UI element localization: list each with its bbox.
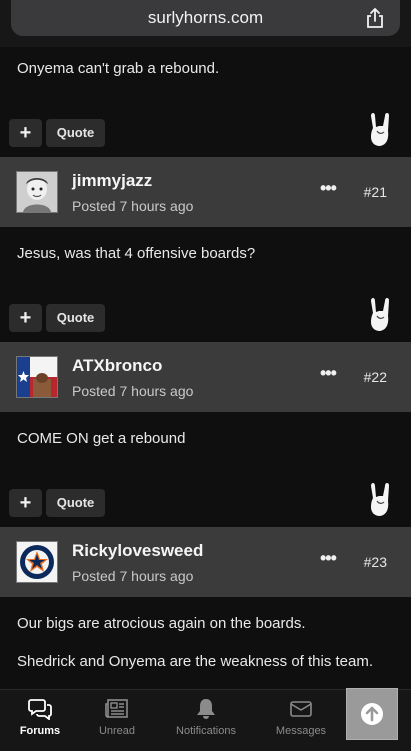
tab-unread[interactable]: Unread: [77, 698, 157, 737]
avatar[interactable]: [16, 541, 58, 583]
share-icon[interactable]: [364, 7, 386, 29]
tab-label: Notifications: [176, 725, 236, 737]
newspaper-icon: [105, 699, 128, 718]
envelope-icon: [290, 701, 312, 717]
post-body-text: COME ON get a rebound: [17, 430, 186, 447]
add-button[interactable]: +: [9, 489, 42, 517]
post-body-text: Shedrick and Onyema are the weakness of …: [17, 653, 374, 670]
post-timestamp: Posted 7 hours ago: [72, 383, 194, 399]
quote-button[interactable]: Quote: [46, 119, 105, 147]
post-body-text: Jesus, was that 4 offensive boards?: [17, 245, 256, 262]
tab-forums[interactable]: Forums: [0, 698, 80, 737]
chat-bubbles-icon: [28, 699, 52, 720]
post-actions: + Quote: [9, 113, 401, 149]
post-number[interactable]: #22: [364, 369, 387, 385]
post-header: ATXbronco Posted 7 hours ago ••• #22: [0, 342, 411, 412]
more-options-icon[interactable]: •••: [320, 549, 346, 571]
add-button[interactable]: +: [9, 119, 42, 147]
post-actions: + Quote: [9, 298, 401, 334]
post-header: jimmyjazz Posted 7 hours ago ••• #21: [0, 157, 411, 227]
avatar[interactable]: [16, 356, 58, 398]
browser-url-bar: surlyhorns.com: [0, 0, 411, 47]
username[interactable]: ATXbronco: [72, 356, 162, 376]
tab-notifications[interactable]: Notifications: [166, 698, 246, 737]
horns-reaction-icon[interactable]: [367, 111, 393, 149]
more-options-icon[interactable]: •••: [320, 179, 346, 201]
quote-button[interactable]: Quote: [46, 304, 105, 332]
address-field[interactable]: surlyhorns.com: [11, 0, 400, 36]
horns-reaction-icon[interactable]: [367, 481, 393, 519]
avatar[interactable]: [16, 171, 58, 213]
arrow-up-circle-icon: [361, 703, 383, 725]
post-header: Rickylovesweed Posted 7 hours ago ••• #2…: [0, 527, 411, 597]
username[interactable]: Rickylovesweed: [72, 541, 203, 561]
username[interactable]: jimmyjazz: [72, 171, 152, 191]
post-body-text: Our bigs are atrocious again on the boar…: [17, 615, 306, 632]
post-number[interactable]: #21: [364, 184, 387, 200]
bell-icon: [197, 699, 215, 719]
tab-label: Forums: [19, 725, 61, 737]
tab-messages[interactable]: Messages: [261, 698, 341, 737]
tab-label: Messages: [275, 725, 327, 737]
horns-reaction-icon[interactable]: [367, 296, 393, 334]
post-body-text: Onyema can't grab a rebound.: [17, 60, 220, 77]
url-text: surlyhorns.com: [147, 8, 264, 27]
post-number[interactable]: #23: [364, 554, 387, 570]
add-button[interactable]: +: [9, 304, 42, 332]
quote-button[interactable]: Quote: [46, 489, 105, 517]
more-options-icon[interactable]: •••: [320, 364, 346, 386]
scroll-to-top-button[interactable]: [346, 688, 398, 740]
post-actions: + Quote: [9, 483, 401, 519]
tab-label: Unread: [98, 725, 136, 737]
post-timestamp: Posted 7 hours ago: [72, 568, 194, 584]
post-timestamp: Posted 7 hours ago: [72, 198, 194, 214]
